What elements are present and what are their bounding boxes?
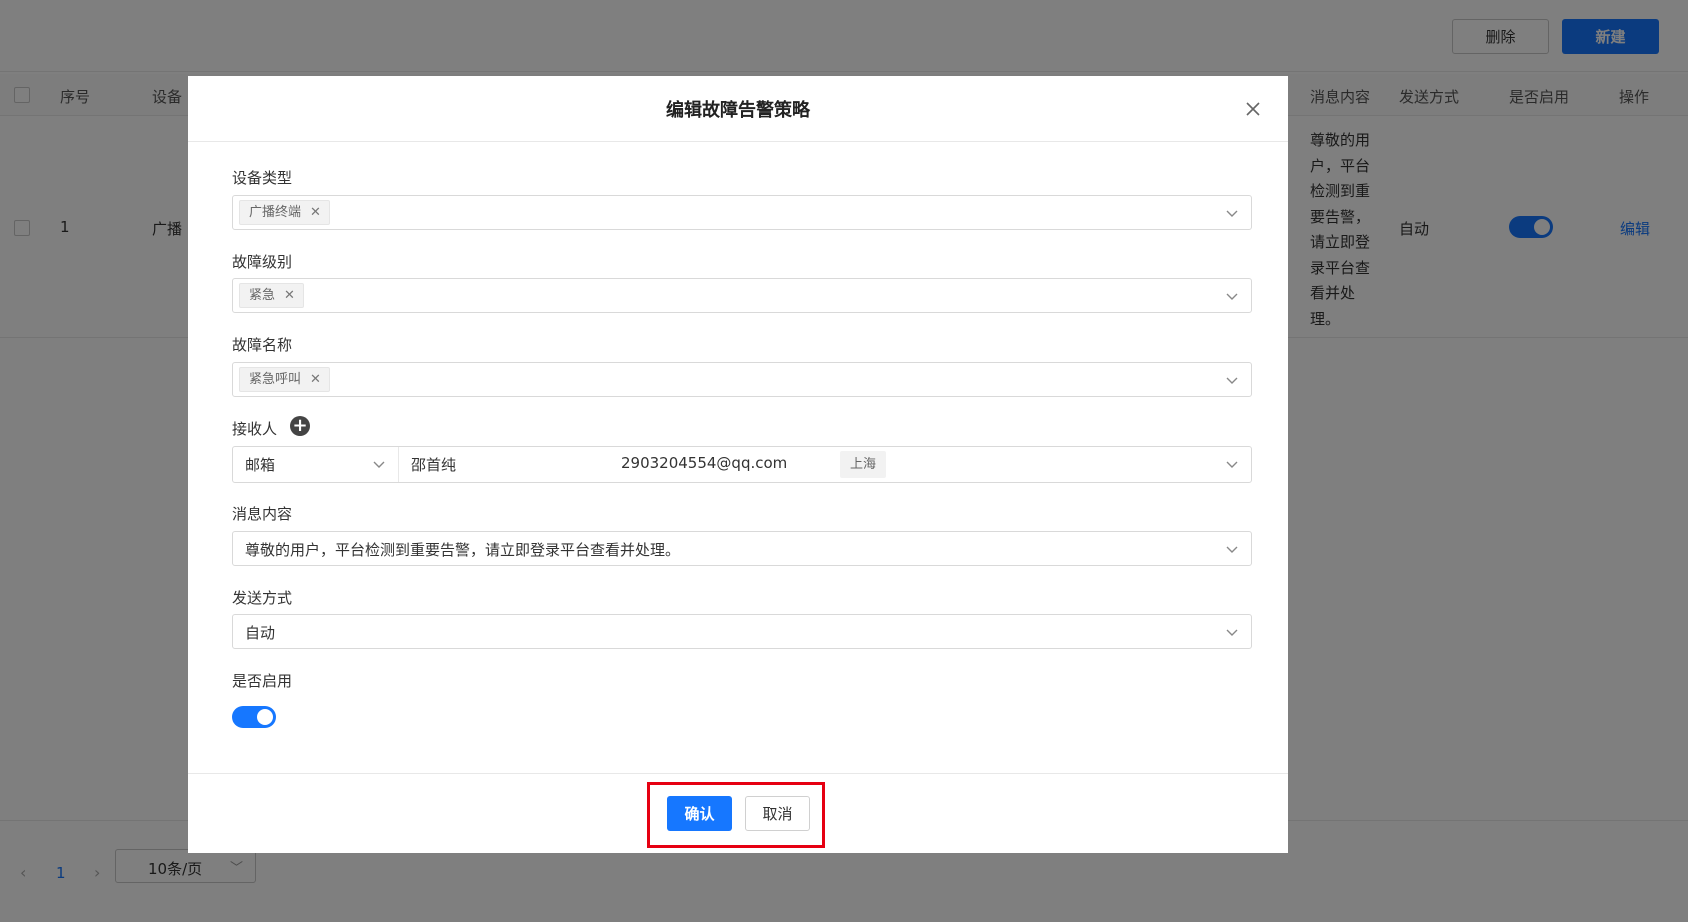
- chevron-down-icon: [1226, 629, 1238, 636]
- enabled-label: 是否启用: [232, 672, 293, 690]
- remove-tag-icon[interactable]: ✕: [310, 201, 321, 224]
- dialog-title: 编辑故障告警策略: [666, 100, 810, 121]
- receiver-row: 邮箱 邵首纯 2903204554@qq.com 上海: [232, 446, 1252, 483]
- chevron-down-icon: [1226, 293, 1238, 300]
- send-method-label: 发送方式: [232, 589, 293, 607]
- chevron-down-icon: [1226, 377, 1238, 384]
- send-method-value: 自动: [245, 624, 276, 642]
- receiver-email-input[interactable]: 2903204554@qq.com: [609, 447, 829, 482]
- remove-tag-icon[interactable]: ✕: [310, 368, 321, 391]
- message-select[interactable]: 尊敬的用户，平台检测到重要告警，请立即登录平台查看并处理。: [232, 531, 1252, 566]
- close-icon[interactable]: [1244, 100, 1262, 118]
- message-label: 消息内容: [232, 505, 293, 523]
- receiver-region-select[interactable]: 上海: [829, 447, 1251, 482]
- chevron-down-icon: [1226, 461, 1238, 468]
- dialog-footer: 确认 取消: [188, 773, 1288, 853]
- receiver-name-input[interactable]: 邵首纯: [399, 447, 609, 482]
- fault-level-tag: 紧急 ✕: [239, 283, 304, 308]
- fault-name-label: 故障名称: [232, 336, 293, 354]
- fault-name-tag: 紧急呼叫 ✕: [239, 367, 330, 392]
- device-type-select[interactable]: 广播终端 ✕: [232, 195, 1252, 230]
- fault-level-select[interactable]: 紧急 ✕: [232, 278, 1252, 313]
- chevron-down-icon: [1226, 210, 1238, 217]
- device-type-label: 设备类型: [232, 169, 293, 187]
- fault-name-select[interactable]: 紧急呼叫 ✕: [232, 362, 1252, 397]
- fault-level-label: 故障级别: [232, 253, 293, 271]
- edit-alarm-policy-dialog: 编辑故障告警策略 设备类型 广播终端 ✕ 故障级别 紧急 ✕ 故障名称 紧急呼叫 ✕ …: [188, 76, 1288, 853]
- message-value: 尊敬的用户，平台检测到重要告警，请立即登录平台查看并处理。: [245, 541, 681, 559]
- dialog-header: 编辑故障告警策略: [188, 76, 1288, 142]
- region-tag: 上海: [840, 451, 887, 478]
- add-receiver-icon[interactable]: +: [290, 416, 310, 436]
- chevron-down-icon: [373, 461, 385, 468]
- send-method-select[interactable]: 自动: [232, 614, 1252, 649]
- device-type-tag: 广播终端 ✕: [239, 200, 330, 225]
- receiver-label: 接收人: [232, 420, 278, 438]
- chevron-down-icon: [1226, 546, 1238, 553]
- receiver-method-value: 邮箱: [245, 456, 276, 474]
- confirm-button[interactable]: 确认: [667, 796, 732, 831]
- remove-tag-icon[interactable]: ✕: [284, 284, 295, 307]
- cancel-button[interactable]: 取消: [745, 796, 810, 831]
- receiver-method-select[interactable]: 邮箱: [233, 447, 398, 482]
- enabled-toggle[interactable]: [232, 706, 276, 728]
